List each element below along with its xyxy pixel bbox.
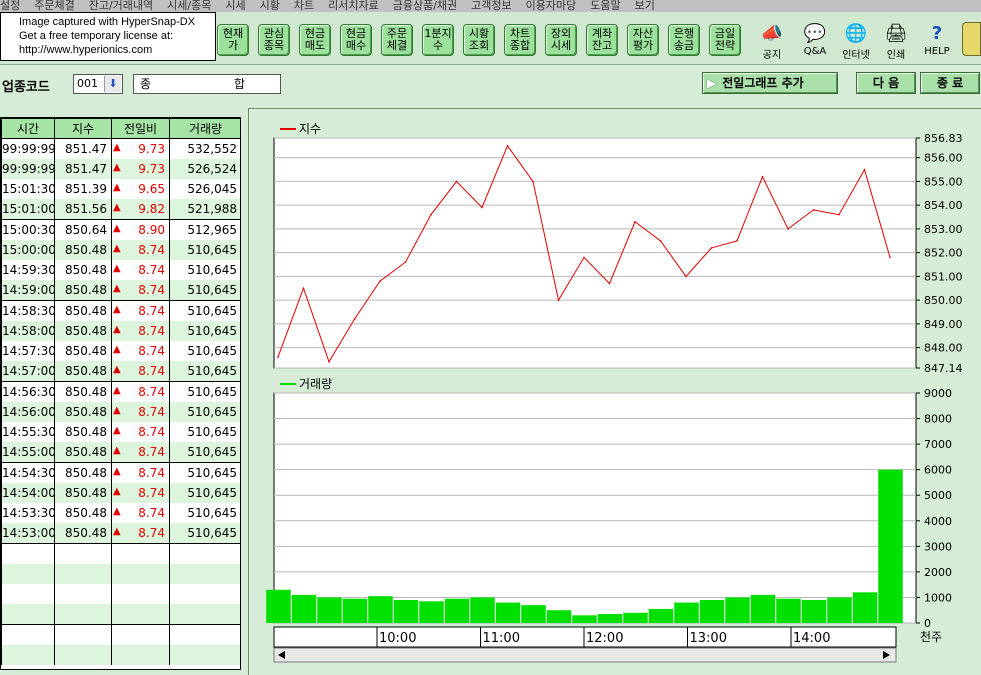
index-data-point <box>634 220 636 223</box>
index-data-point <box>506 145 509 147</box>
index-data-point <box>889 256 891 259</box>
index-data-point <box>761 175 764 178</box>
y-tick-label: 852.00 <box>924 247 963 260</box>
index-data-point <box>736 239 738 242</box>
index-data-point <box>608 282 611 285</box>
y-tick-label: 856.00 <box>924 152 963 165</box>
y-tick-label: 855.00 <box>924 175 963 188</box>
y-tick-label: 850.00 <box>924 294 963 307</box>
volume-bar <box>827 597 852 623</box>
volume-bar <box>699 600 725 623</box>
volume-bar <box>623 612 648 623</box>
index-data-point <box>430 213 432 216</box>
index-data-point <box>532 180 534 183</box>
y-tick-label: 847.14 <box>924 362 963 375</box>
index-data-point <box>710 247 713 249</box>
volume-bar <box>317 597 342 623</box>
plot-area <box>273 392 917 624</box>
y-tick-label: 3000 <box>924 540 952 553</box>
volume-bar <box>342 598 368 623</box>
volume-bar <box>521 605 546 623</box>
volume-bar <box>495 602 521 623</box>
volume-bar <box>750 594 776 623</box>
y-tick-label: 2000 <box>924 566 952 579</box>
volume-bar <box>801 600 827 623</box>
index-data-point <box>787 228 789 230</box>
volume-bar <box>852 592 878 623</box>
y-tick-label: 849.00 <box>924 318 963 331</box>
y-tick-label: 8000 <box>924 413 952 426</box>
legend-label: 거래량 <box>299 377 332 391</box>
volume-bar <box>393 600 419 623</box>
volume-bar <box>368 596 393 623</box>
volume-bar <box>546 610 572 623</box>
horizontal-scrollbar[interactable] <box>273 647 897 663</box>
index-data-point <box>812 209 815 211</box>
index-data-point <box>277 356 279 358</box>
y-tick-label: 851.00 <box>924 270 963 283</box>
y-tick-label: 6000 <box>924 464 952 477</box>
index-data-point <box>557 299 560 301</box>
y-tick-label: 5000 <box>924 489 952 502</box>
index-data-point <box>455 180 458 183</box>
y-tick-label: 0 <box>924 617 931 630</box>
index-data-point <box>685 275 687 278</box>
y-tick-label: 853.00 <box>924 223 963 236</box>
capture-notice: Image captured with HyperSnap-DX Get a f… <box>0 12 216 61</box>
y-tick-label: 848.00 <box>924 342 963 355</box>
y-tick-label: 1000 <box>924 591 952 604</box>
time-tick-label: 11:00 <box>483 631 520 646</box>
index-data-point <box>404 261 407 263</box>
volume-bar <box>648 608 674 623</box>
y-tick-label: 7000 <box>924 438 952 451</box>
index-data-point <box>583 256 585 259</box>
time-tick-label: 12:00 <box>586 631 623 646</box>
volume-bar <box>419 601 444 623</box>
index-data-point <box>863 168 866 171</box>
volume-bar <box>776 598 801 623</box>
volume-bar <box>266 589 291 623</box>
index-data-point <box>302 287 305 290</box>
index-data-point <box>353 318 356 320</box>
chart-canvas: 856.83 856.00 855.00 854.00 853.00 852.00 851.… <box>266 122 963 663</box>
time-tick-label: 13:00 <box>690 631 727 646</box>
volume-bar <box>725 597 750 623</box>
volume-bar <box>470 597 495 623</box>
index-data-point <box>481 206 483 209</box>
index-data-point <box>659 239 662 242</box>
volume-bar <box>291 594 317 623</box>
index-data-point <box>379 280 381 282</box>
time-tick-label: 10:00 <box>379 631 416 646</box>
volume-bar <box>572 615 597 623</box>
notice-line-2: Get a free temporary license at: <box>19 30 174 42</box>
volume-bar <box>597 614 623 623</box>
index-data-point <box>328 361 330 363</box>
volume-bar <box>674 602 699 623</box>
notice-line-1: Image captured with HyperSnap-DX <box>19 16 196 28</box>
volume-unit-label: 천주 <box>920 629 942 644</box>
y-tick-label: 856.83 <box>924 132 963 145</box>
volume-bar <box>444 598 470 623</box>
notice-line-3: http://www.hyperionics.com <box>19 44 153 56</box>
y-tick-label: 9000 <box>924 387 952 400</box>
y-tick-label: 4000 <box>924 515 952 528</box>
legend-label: 지수 <box>299 122 321 136</box>
time-tick-label: 14:00 <box>793 631 830 646</box>
y-tick-label: 854.00 <box>924 199 963 212</box>
index-data-point <box>838 213 840 216</box>
volume-bar <box>878 469 903 623</box>
